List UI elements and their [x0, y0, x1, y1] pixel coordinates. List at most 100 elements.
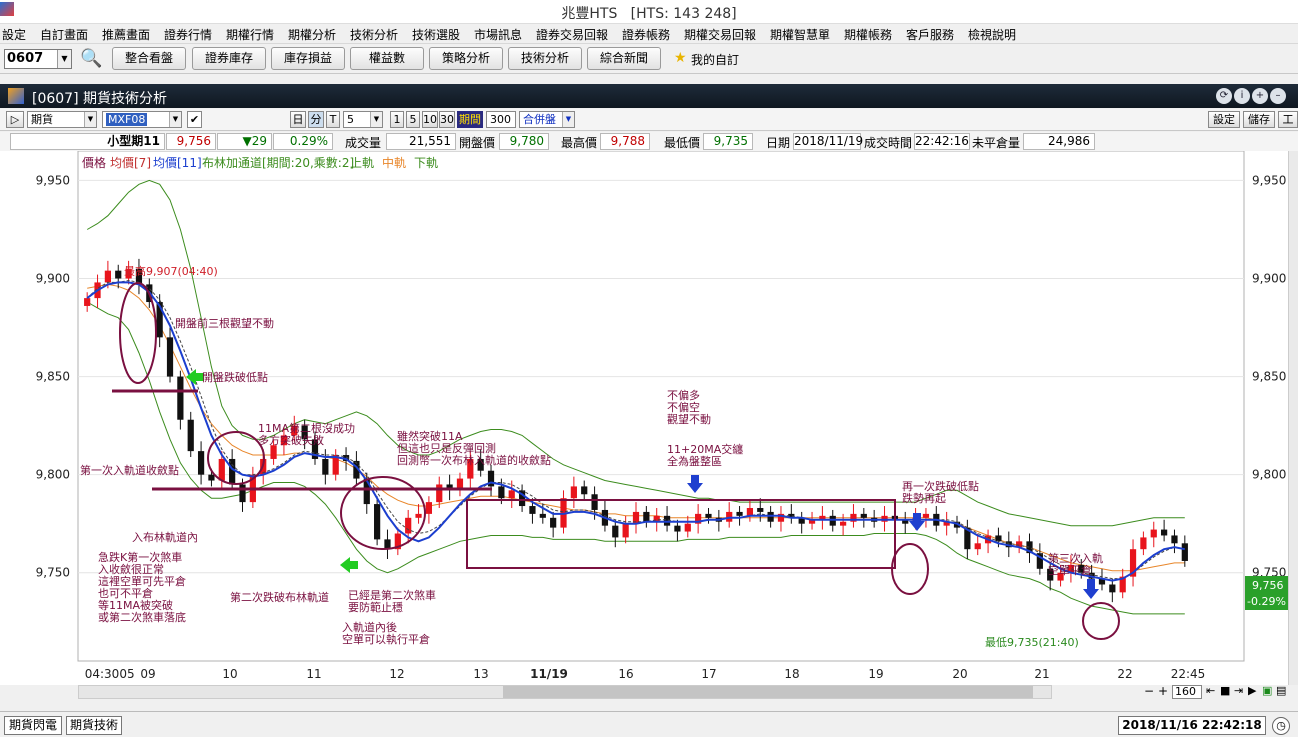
checkbox-icon[interactable]: ✔: [187, 111, 202, 128]
x-tick-label: 20: [952, 667, 967, 681]
x-tick-label: 04:30: [85, 667, 120, 681]
range-input[interactable]: 300: [486, 111, 516, 128]
play-icon[interactable]: ▶: [1248, 684, 1256, 697]
candle-body: [239, 484, 246, 503]
volume-value: 21,551: [386, 133, 456, 150]
tech-analysis-button[interactable]: 技術分析: [508, 47, 582, 70]
menu-tech-analysis[interactable]: 技術分析: [350, 26, 398, 43]
tab-futures-flash[interactable]: 期貨閃電: [4, 716, 62, 735]
strategy-analysis-button[interactable]: 策略分析: [429, 47, 503, 70]
annotation: 要防範止穩: [348, 600, 403, 614]
pin-icon[interactable]: +: [1252, 88, 1268, 104]
time-label: 成交時間: [864, 136, 913, 150]
candle-body: [436, 484, 443, 503]
code-combobox[interactable]: 0607 ▼: [4, 49, 72, 69]
candle-body: [498, 486, 505, 499]
quick-30-button[interactable]: 30: [439, 111, 455, 128]
info-icon[interactable]: i: [1234, 88, 1250, 104]
chart-area[interactable]: 價格 均價[7] 均價[11] 布林加通道[期間:20,乘數:2] 上軌 中軌 …: [0, 151, 1298, 685]
star-icon[interactable]: ★: [674, 50, 687, 66]
period-tick-button[interactable]: T: [326, 111, 340, 128]
chevron-down-icon[interactable]: ▼: [562, 112, 574, 127]
x-tick-label: 16: [618, 667, 633, 681]
quick-1-button[interactable]: 1: [390, 111, 404, 128]
chevron-down-icon[interactable]: ▼: [370, 112, 382, 127]
period-day-button[interactable]: 日: [290, 111, 306, 128]
menu-settings[interactable]: 設定: [2, 26, 26, 43]
status-datetime: 2018/11/16 22:42:18: [1118, 716, 1266, 735]
equity-button[interactable]: 權益數: [350, 47, 424, 70]
search-icon[interactable]: 🔍: [80, 48, 102, 69]
scroll-thumb[interactable]: [503, 686, 1033, 698]
x-tick-label: 18: [784, 667, 799, 681]
plot-frame: [77, 151, 1245, 662]
excel-icon[interactable]: ▣: [1262, 684, 1272, 697]
link-icon[interactable]: ⟳: [1216, 88, 1232, 104]
first-icon[interactable]: ⇤: [1206, 684, 1215, 697]
interval-value: 5: [347, 113, 354, 126]
chevron-down-icon[interactable]: ▼: [84, 112, 96, 127]
last-icon[interactable]: ⇥: [1234, 684, 1243, 697]
print-icon[interactable]: ▤: [1276, 684, 1286, 697]
menu-recommend[interactable]: 推薦畫面: [102, 26, 150, 43]
save-button[interactable]: 儲存: [1243, 111, 1275, 128]
candle-body: [405, 517, 412, 534]
candle-body: [1161, 529, 1168, 536]
integrated-view-button[interactable]: 整合看盤: [112, 47, 186, 70]
quick-5-button[interactable]: 5: [406, 111, 420, 128]
product-type-select[interactable]: 期貨 ▼: [27, 111, 97, 128]
menu-help[interactable]: 檢視說明: [968, 26, 1016, 43]
merge-select[interactable]: 合併盤 ▼: [519, 111, 575, 128]
minimize-icon[interactable]: –: [1270, 88, 1286, 104]
clock-icon[interactable]: ◷: [1272, 717, 1290, 735]
x-tick-label: 13: [473, 667, 488, 681]
candle-body: [1181, 543, 1188, 561]
candle-body: [374, 504, 381, 540]
quick-10-button[interactable]: 10: [422, 111, 438, 128]
candle-body: [270, 445, 277, 459]
settings-button[interactable]: 設定: [1208, 111, 1240, 128]
menu-market-info[interactable]: 市場訊息: [474, 26, 522, 43]
candle-body: [860, 513, 867, 518]
menu-options-quote[interactable]: 期權行情: [226, 26, 274, 43]
menu-options-account[interactable]: 期權帳務: [844, 26, 892, 43]
play-icon[interactable]: ▷: [6, 111, 24, 128]
candle-body: [539, 513, 546, 518]
tab-futures-tech[interactable]: 期貨技術: [66, 716, 122, 735]
x-tick-label: 22:45: [1171, 667, 1206, 681]
zoom-out-icon[interactable]: −: [1144, 684, 1154, 698]
chevron-down-icon[interactable]: ▼: [57, 50, 71, 68]
period-minute-button[interactable]: 分: [308, 111, 324, 128]
menu-securities-report[interactable]: 證券交易回報: [536, 26, 608, 43]
zoom-value[interactable]: 160: [1172, 685, 1202, 699]
menu-options-report[interactable]: 期權交易回報: [684, 26, 756, 43]
x-tick-label: 19: [868, 667, 883, 681]
candle-body: [643, 511, 650, 522]
menu-securities-quote[interactable]: 證券行情: [164, 26, 212, 43]
price-chart[interactable]: 價格 均價[7] 均價[11] 布林加通道[期間:20,乘數:2] 上軌 中軌 …: [0, 151, 1298, 685]
chevron-down-icon[interactable]: ▼: [169, 112, 181, 127]
zoom-in-icon[interactable]: +: [1158, 684, 1168, 698]
annotation: 觀望不動: [667, 412, 711, 426]
interval-select[interactable]: 5 ▼: [343, 111, 383, 128]
securities-inventory-button[interactable]: 證券庫存: [192, 47, 266, 70]
news-button[interactable]: 綜合新聞: [587, 47, 661, 70]
symbol-select[interactable]: MXF08 ▼: [102, 111, 182, 128]
price-change: ▼29: [217, 133, 272, 150]
menu-smart-order[interactable]: 期權智慧單: [770, 26, 830, 43]
menu-options-analysis[interactable]: 期權分析: [288, 26, 336, 43]
annotation: 開盤跌破低點: [202, 370, 268, 384]
vertical-scrollbar[interactable]: [1288, 151, 1298, 685]
stop-icon[interactable]: ■: [1220, 684, 1230, 697]
menu-tech-screen[interactable]: 技術選股: [412, 26, 460, 43]
menu-customer-service[interactable]: 客戶服務: [906, 26, 954, 43]
favorites-link[interactable]: 我的自訂: [691, 51, 739, 68]
annotation: 入收斂很正常: [98, 562, 164, 576]
menu-custom-screen[interactable]: 自訂畫面: [40, 26, 88, 43]
horizontal-scrollbar[interactable]: − + 160 ⇤ ■ ⇥ ▶ ▣ ▤: [0, 684, 1298, 699]
x-tick-label: 17: [701, 667, 716, 681]
tools-button[interactable]: 工: [1278, 111, 1298, 128]
candle-body: [612, 525, 619, 538]
inventory-pnl-button[interactable]: 庫存損益: [271, 47, 345, 70]
menu-securities-account[interactable]: 證券帳務: [622, 26, 670, 43]
